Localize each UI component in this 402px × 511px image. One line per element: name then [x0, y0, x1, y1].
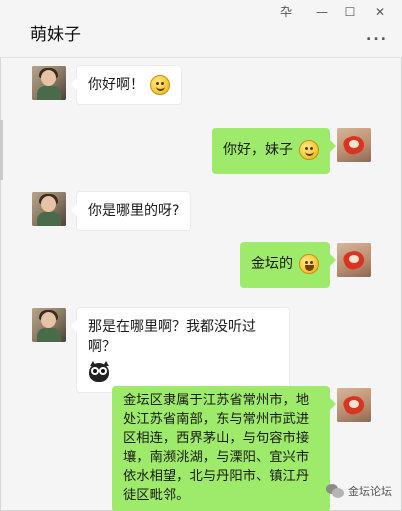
- message-text: 金坛的: [251, 256, 293, 272]
- message-line: 金坛区隶属于江苏省常州市，地: [123, 393, 310, 408]
- close-icon[interactable]: ✕: [372, 5, 388, 19]
- contact-avatar[interactable]: [32, 66, 66, 100]
- chat-header: 萌妹子 卆 — ☐ ✕ ...: [0, 0, 402, 58]
- message-text: 你好啊！: [88, 77, 144, 93]
- my-avatar[interactable]: [337, 128, 371, 162]
- watermark-text: 金坛论坛: [348, 485, 392, 498]
- message-bubble-outgoing[interactable]: 金坛区隶属于江苏省常州市，地 处江苏省南部，东与常州市武进 区相连，西界茅山，与…: [112, 386, 336, 511]
- maximize-icon[interactable]: ☐: [342, 5, 358, 19]
- contact-avatar[interactable]: [32, 192, 66, 226]
- message-text: 那是在哪里啊？我都没听过啊？: [88, 319, 256, 355]
- owl-emoji-icon: [88, 361, 110, 383]
- pin-icon[interactable]: 卆: [278, 5, 294, 19]
- wechat-icon: [326, 483, 344, 499]
- message-line: 依水相望，北与丹阳市、镇江丹: [123, 469, 310, 484]
- message-bubble-incoming[interactable]: 你好啊！: [71, 65, 182, 105]
- message-bubble-outgoing[interactable]: 你好，妹子: [212, 128, 336, 174]
- message-line: 徒区毗邻。: [123, 488, 190, 503]
- message-bubble-incoming[interactable]: 你是哪里的呀?: [71, 191, 192, 231]
- message-text: 你好，妹子: [223, 142, 293, 158]
- smile-emoji-icon: [150, 75, 170, 95]
- chat-title: 萌妹子: [30, 25, 81, 45]
- message-line: 壤，南濒洮湖，与溧阳、宜兴市: [123, 450, 310, 465]
- message-line: 处江苏省南部，东与常州市武进: [123, 412, 310, 427]
- contact-avatar[interactable]: [32, 308, 66, 342]
- message-bubble-incoming[interactable]: 那是在哪里啊？我都没听过啊？: [71, 307, 290, 393]
- blush-emoji-icon: [299, 140, 319, 160]
- minimize-icon[interactable]: —: [314, 5, 330, 19]
- my-avatar[interactable]: [337, 243, 371, 277]
- scrollbar[interactable]: [0, 120, 3, 180]
- more-options-icon[interactable]: ...: [366, 28, 388, 44]
- message-text: 你是哪里的呀?: [88, 203, 180, 219]
- message-line: 区相连，西界茅山，与句容市接: [123, 431, 310, 446]
- watermark: 金坛论坛: [326, 483, 392, 499]
- message-bubble-outgoing[interactable]: 金坛的: [240, 242, 336, 288]
- grin-emoji-icon: [299, 254, 319, 274]
- my-avatar[interactable]: [337, 388, 371, 422]
